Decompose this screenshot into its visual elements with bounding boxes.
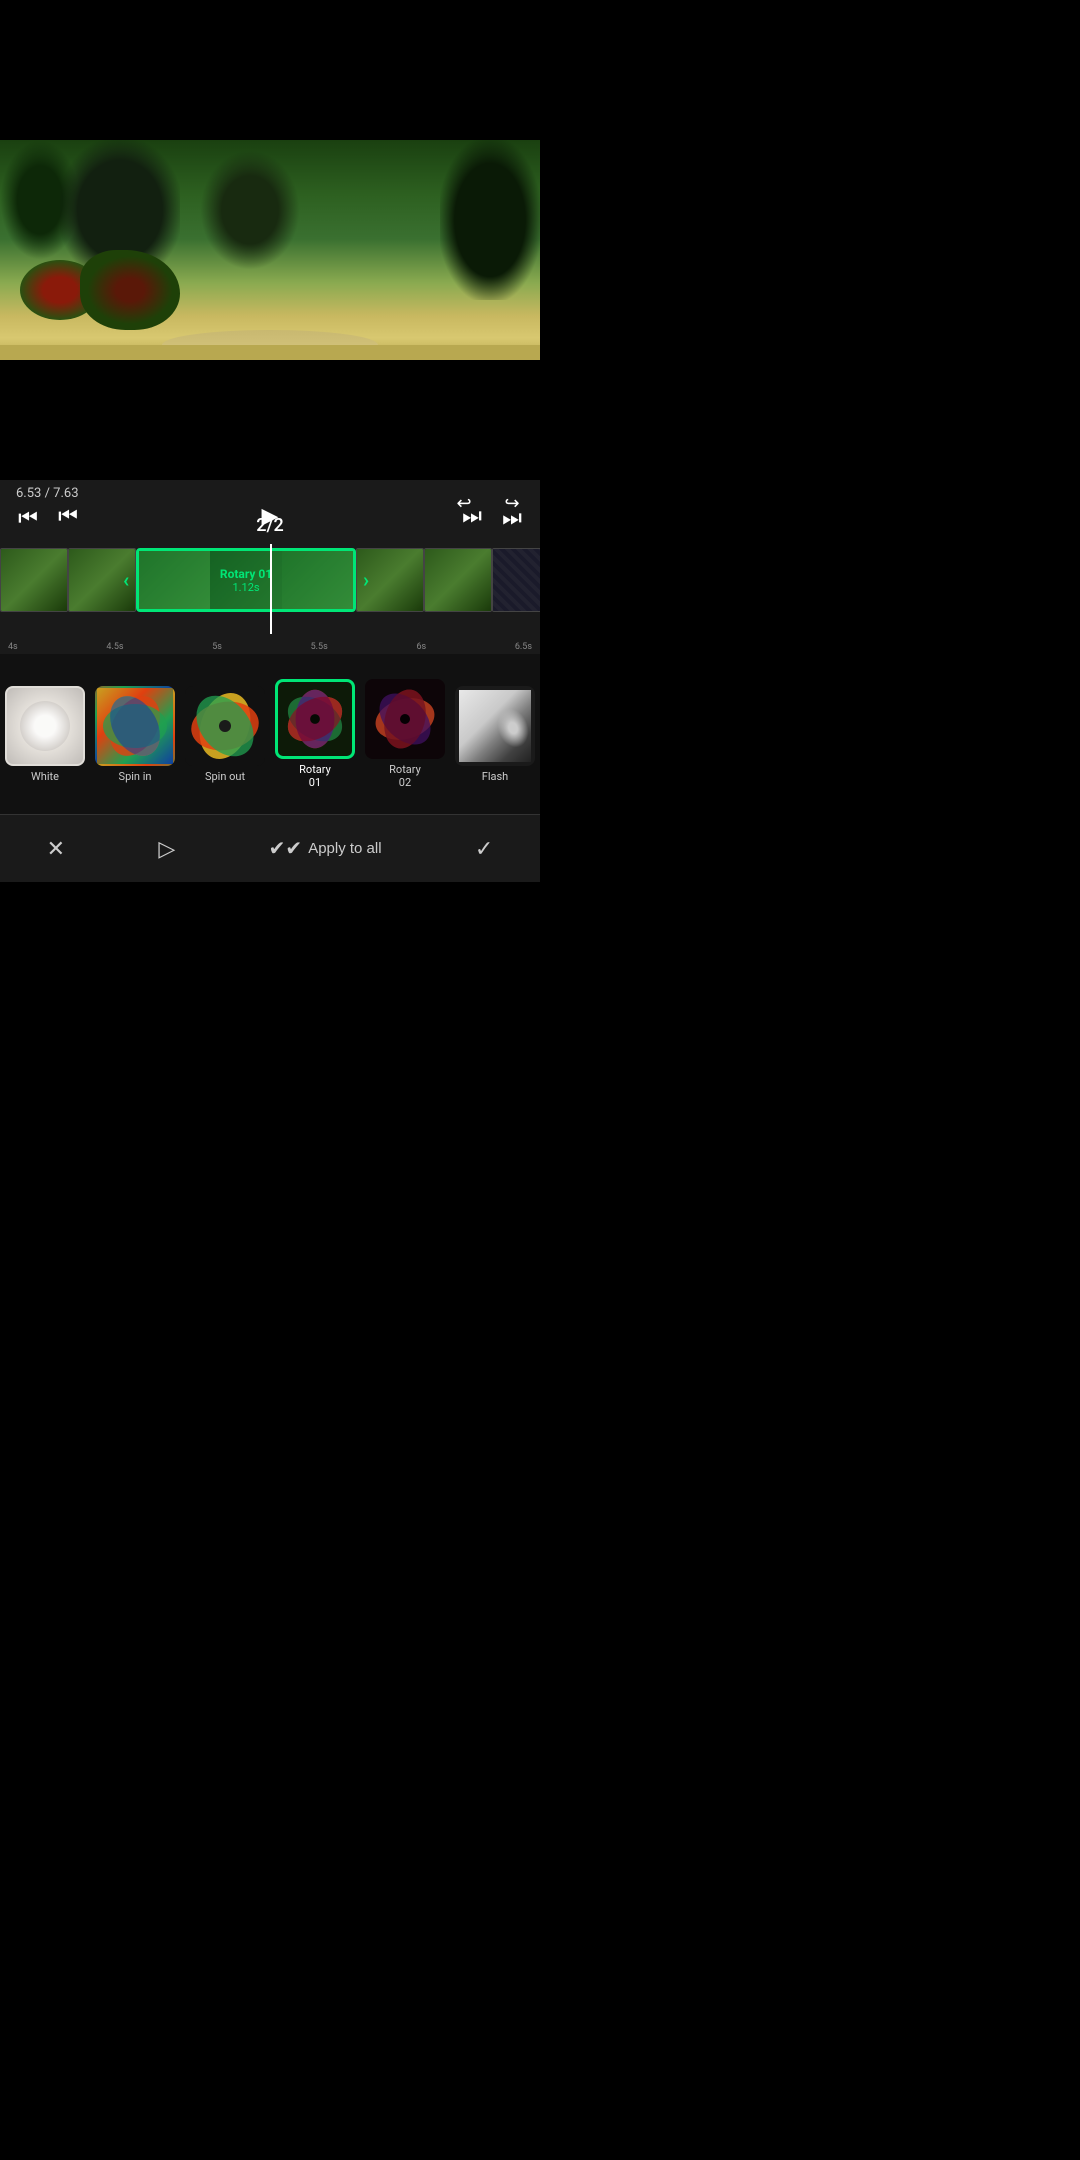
timeline-prev-arrow[interactable]: ‹ [123, 568, 129, 592]
transition-name-spin-in: Spin in [119, 770, 152, 783]
transition-name-spin-out: Spin out [205, 770, 245, 783]
prev-clip-button[interactable]: ⏮ [10, 500, 46, 536]
timeline-next-arrow[interactable]: › [363, 568, 369, 592]
cancel-icon: ✕ [47, 836, 65, 862]
timeline-scroll[interactable]: ‹ › Rotary 01 1.12s [0, 544, 540, 634]
clip-counter: 2/2 [256, 515, 283, 536]
ruler-mark-6-5s: 6.5s [515, 642, 532, 652]
selected-transition-name: Rotary 01 [220, 567, 272, 581]
timeline-area: ‹ › Rotary 01 1.12s [0, 540, 540, 654]
clip-thumb-5[interactable] [492, 548, 540, 612]
ruler-mark-4-5s: 4.5s [106, 642, 123, 652]
confirm-button[interactable]: ✓ [475, 836, 493, 862]
preview-button[interactable]: ▷ [158, 836, 175, 862]
clip-thumb-4[interactable] [424, 548, 492, 612]
bottom-bar: ✕ ▷ ✔✔ Apply to all ✓ [0, 814, 540, 882]
controls-bar: 6.53 / 7.63 ↩ ↪ ⏮ ▶ ⏭ 2/2 ⏭ ⏮ [0, 480, 540, 540]
transition-thumb-rotary-01 [275, 679, 355, 759]
transition-thumb-rotary-02 [365, 679, 445, 759]
transition-thumb-flash [455, 686, 535, 766]
apply-all-button[interactable]: ✔✔ Apply to all [269, 836, 382, 861]
transition-item-flash[interactable]: Flash [450, 686, 540, 783]
selected-transition-duration: 1.12s [232, 581, 259, 594]
cancel-button[interactable]: ✕ [47, 836, 65, 862]
transition-item-rotary-01[interactable]: Rotary01 [270, 679, 360, 789]
ruler-mark-5-5s: 5.5s [311, 642, 328, 652]
transition-name-rotary-02: Rotary02 [389, 763, 421, 789]
play-icon: ▷ [158, 836, 175, 862]
transition-item-rotary-02[interactable]: Rotary02 [360, 679, 450, 789]
transition-item-white[interactable]: White [0, 686, 90, 783]
next-clip-button[interactable]: ⏭ [494, 500, 530, 536]
transition-item-spin-out[interactable]: Spin out [180, 686, 270, 783]
transition-item-spin-in[interactable]: Spin in [90, 686, 180, 783]
transition-thumb-spin-out [185, 686, 265, 766]
timeline-ruler: 4s 4.5s 5s 5.5s 6s 6.5s [0, 634, 540, 654]
transition-name-white: White [31, 770, 59, 783]
video-preview-area [0, 0, 540, 480]
confirm-icon: ✓ [475, 836, 493, 862]
transition-thumb-spin-in [95, 686, 175, 766]
video-frame [0, 140, 540, 360]
skip-to-prev-button[interactable]: ⏮ [50, 498, 86, 534]
double-check-icon: ✔✔ [269, 836, 303, 861]
transitions-row: White Spin in [0, 654, 540, 814]
ruler-mark-5s: 5s [212, 642, 222, 652]
ruler-mark-4s: 4s [8, 642, 18, 652]
transition-name-rotary-01: Rotary01 [299, 763, 331, 789]
apply-all-label: Apply to all [308, 840, 381, 857]
ruler-mark-6s: 6s [416, 642, 426, 652]
playhead [270, 544, 272, 634]
transition-name-flash: Flash [482, 770, 508, 783]
transition-thumb-white [5, 686, 85, 766]
skip-forward-button[interactable]: ⏭ [454, 498, 490, 534]
clip-thumb-1[interactable] [0, 548, 68, 612]
